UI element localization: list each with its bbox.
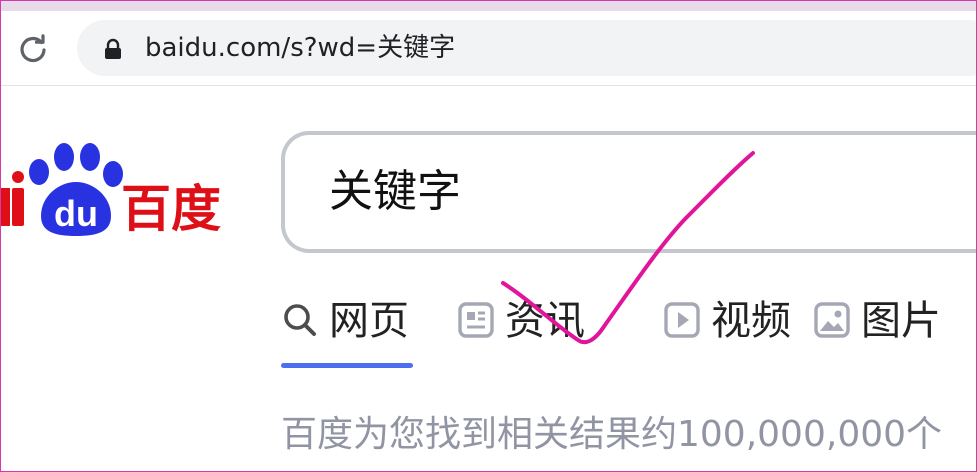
tab-image[interactable]: 图片 xyxy=(813,291,973,351)
search-query-text[interactable]: 关键字 xyxy=(329,165,461,219)
logo-paw-text: du xyxy=(54,193,98,234)
tab-news[interactable]: 资讯 xyxy=(457,291,597,351)
tab-video-label: 视频 xyxy=(711,298,791,344)
tab-image-label: 图片 xyxy=(861,298,941,344)
browser-frame: baidu.com/s?wd=关键字 du 百度 关键字 网页 资讯 视频 图片… xyxy=(0,0,977,472)
search-icon xyxy=(284,304,316,336)
browser-toolbar: baidu.com/s?wd=关键字 xyxy=(1,11,976,86)
tab-video[interactable]: 视频 xyxy=(663,291,803,351)
results-count-text: 百度为您找到相关结果约100,000,000个 xyxy=(281,414,943,455)
active-tab-underline xyxy=(281,363,413,368)
logo-chinese-text: 百度 xyxy=(121,180,221,238)
address-bar[interactable]: baidu.com/s?wd=关键字 xyxy=(77,20,976,76)
lock-icon[interactable] xyxy=(103,38,123,60)
video-icon xyxy=(664,302,700,338)
url-text[interactable]: baidu.com/s?wd=关键字 xyxy=(145,31,455,65)
tab-web-label: 网页 xyxy=(329,298,409,344)
tab-web[interactable]: 网页 xyxy=(281,291,421,368)
search-input[interactable]: 关键字 xyxy=(281,131,976,253)
tab-news-label: 资讯 xyxy=(505,298,585,344)
reload-icon[interactable] xyxy=(17,32,49,64)
window-top-strip xyxy=(1,1,976,11)
news-icon xyxy=(458,302,494,338)
image-icon xyxy=(814,302,850,338)
search-tabs: 网页 资讯 视频 图片 xyxy=(281,291,976,371)
baidu-logo[interactable]: du 百度 xyxy=(1,138,231,238)
